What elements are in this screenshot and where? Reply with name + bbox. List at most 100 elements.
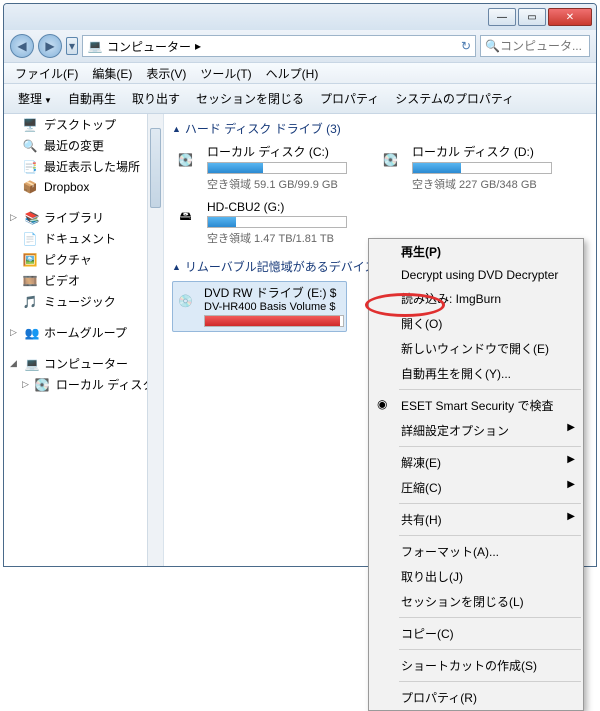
capacity-text: 空き領域 227 GB/348 GB [412,176,552,192]
sidebar-group-computer[interactable]: ◢💻コンピューター [4,351,163,374]
capacity-text: 空き領域 59.1 GB/99.9 GB [207,176,347,192]
context-thaw[interactable]: 解凍(E)▶ [369,450,583,475]
drive-name: DVD RW ドライブ (E:) $ [204,284,344,301]
drive-e-dvd[interactable]: 💿 DVD RW ドライブ (E:) $ DV-HR400 Basis Volu… [172,281,347,332]
back-button[interactable]: ◀ [10,34,34,58]
sidebar-item-local-disk-c[interactable]: ▷💽ローカル ディスク (C:) [4,374,163,395]
context-advanced-options[interactable]: 詳細設定オプション▶ [369,418,583,443]
library-icon: 📚 [24,210,40,226]
scrollbar-thumb[interactable] [150,128,161,208]
capacity-text: 空き領域 1.47 TB/1.81 TB [207,230,347,246]
expander-icon[interactable]: ▷ [22,379,29,390]
sidebar-item-pictures[interactable]: 🖼️ピクチャ [4,249,163,270]
collapse-icon[interactable]: ▲ [172,262,181,272]
expander-icon[interactable]: ◢ [10,358,20,369]
sidebar-item-music[interactable]: 🎵ミュージック [4,291,163,312]
context-close-session[interactable]: セッションを閉じる(L) [369,589,583,614]
breadcrumb-separator[interactable]: ▸ [195,39,201,53]
search-box[interactable]: 🔍 [480,35,590,57]
autoplay-button[interactable]: 自動再生 [62,88,122,109]
capacity-bar [207,162,347,174]
sidebar-item-recent-places[interactable]: 📑最近表示した場所 [4,156,163,177]
recent-icon: 🔍 [22,138,38,154]
toolbar: 整理▼ 自動再生 取り出す セッションを閉じる プロパティ システムのプロパティ [4,84,596,114]
hdd-external-icon: 🖴 [172,200,199,234]
sidebar-group-homegroup[interactable]: ▷👥ホームグループ [4,320,163,343]
maximize-button[interactable]: ▭ [518,8,546,26]
drive-c[interactable]: 💽 ローカル ディスク (C:) 空き領域 59.1 GB/99.9 GB [172,143,347,192]
context-copy[interactable]: コピー(C) [369,621,583,646]
hdd-icon: 💽 [377,143,404,177]
context-play[interactable]: 再生(P) [369,239,583,264]
expander-icon[interactable]: ▷ [10,327,20,338]
drive-d[interactable]: 💽 ローカル ディスク (D:) 空き領域 227 GB/348 GB [377,143,552,192]
context-create-shortcut[interactable]: ショートカットの作成(S) [369,653,583,678]
section-header-hdd[interactable]: ▲ ハード ディスク ドライブ (3) [164,114,596,141]
videos-icon: 🎞️ [22,273,38,289]
eject-button[interactable]: 取り出す [126,88,186,109]
nav-bar: ◀ ▶ ▾ 💻 コンピューター ▸ ↻ 🔍 [4,30,596,62]
sidebar-item-desktop[interactable]: 🖥️デスクトップ [4,114,163,135]
recent-places-icon: 📑 [22,159,38,175]
breadcrumb-segment[interactable]: コンピューター [107,38,191,55]
context-autoplay[interactable]: 自動再生を開く(Y)... [369,361,583,386]
eset-icon: ◉ [377,397,387,411]
sidebar-group-libraries[interactable]: ▷📚ライブラリ [4,205,163,228]
homegroup-icon: 👥 [24,325,40,341]
properties-button[interactable]: プロパティ [314,88,385,109]
expander-icon[interactable]: ▷ [10,212,20,223]
drive-name: ローカル ディスク (D:) [412,143,552,160]
pictures-icon: 🖼️ [22,252,38,268]
context-share[interactable]: 共有(H)▶ [369,507,583,532]
separator [399,535,581,536]
documents-icon: 📄 [22,231,38,247]
drive-g[interactable]: 🖴 HD-CBU2 (G:) 空き領域 1.47 TB/1.81 TB [172,200,347,246]
context-decrypt[interactable]: Decrypt using DVD Decrypter [369,264,583,286]
search-input[interactable] [500,39,585,53]
context-eject[interactable]: 取り出し(J) [369,564,583,589]
forward-button[interactable]: ▶ [38,34,62,58]
menu-file[interactable]: ファイル(F) [10,64,83,83]
organize-button[interactable]: 整理▼ [12,88,58,109]
sidebar-item-recent-changes[interactable]: 🔍最近の変更 [4,135,163,156]
capacity-bar [204,315,344,327]
context-imgburn[interactable]: 読み込み: ImgBurn [369,286,583,311]
dvd-icon: 💿 [175,284,196,318]
music-icon: 🎵 [22,294,38,310]
context-compress[interactable]: 圧縮(C)▶ [369,475,583,500]
drive-name: ローカル ディスク (C:) [207,143,347,160]
separator [399,617,581,618]
close-button[interactable]: ✕ [548,8,592,26]
context-properties[interactable]: プロパティ(R) [369,685,583,710]
hdd-icon: 💽 [172,143,199,177]
capacity-bar [207,216,347,228]
navigation-pane: 🖥️デスクトップ 🔍最近の変更 📑最近表示した場所 📦Dropbox ▷📚ライブ… [4,114,164,566]
menu-help[interactable]: ヘルプ(H) [261,64,324,83]
refresh-icon[interactable]: ↻ [461,39,471,53]
close-session-button[interactable]: セッションを閉じる [190,88,310,109]
collapse-icon[interactable]: ▲ [172,124,181,134]
computer-icon: 💻 [87,38,103,54]
context-format[interactable]: フォーマット(A)... [369,539,583,564]
sidebar-item-documents[interactable]: 📄ドキュメント [4,228,163,249]
submenu-arrow-icon: ▶ [567,511,575,522]
context-eset-scan[interactable]: ◉ESET Smart Security で検査 [369,393,583,418]
sidebar-item-videos[interactable]: 🎞️ビデオ [4,270,163,291]
sidebar-item-dropbox[interactable]: 📦Dropbox [4,177,163,197]
separator [399,503,581,504]
menu-view[interactable]: 表示(V) [141,64,191,83]
drive-name: HD-CBU2 (G:) [207,200,347,214]
menu-tools[interactable]: ツール(T) [195,64,256,83]
separator [399,446,581,447]
menu-bar: ファイル(F) 編集(E) 表示(V) ツール(T) ヘルプ(H) [4,62,596,84]
context-new-window[interactable]: 新しいウィンドウで開く(E) [369,336,583,361]
system-properties-button[interactable]: システムのプロパティ [389,88,520,109]
sidebar-scrollbar[interactable] [147,114,163,566]
context-menu: 再生(P) Decrypt using DVD Decrypter 読み込み: … [368,238,584,711]
minimize-button[interactable]: — [488,8,516,26]
separator [399,389,581,390]
menu-edit[interactable]: 編集(E) [87,64,137,83]
context-open[interactable]: 開く(O) [369,311,583,336]
address-bar[interactable]: 💻 コンピューター ▸ ↻ [82,35,476,57]
history-dropdown[interactable]: ▾ [66,37,78,55]
